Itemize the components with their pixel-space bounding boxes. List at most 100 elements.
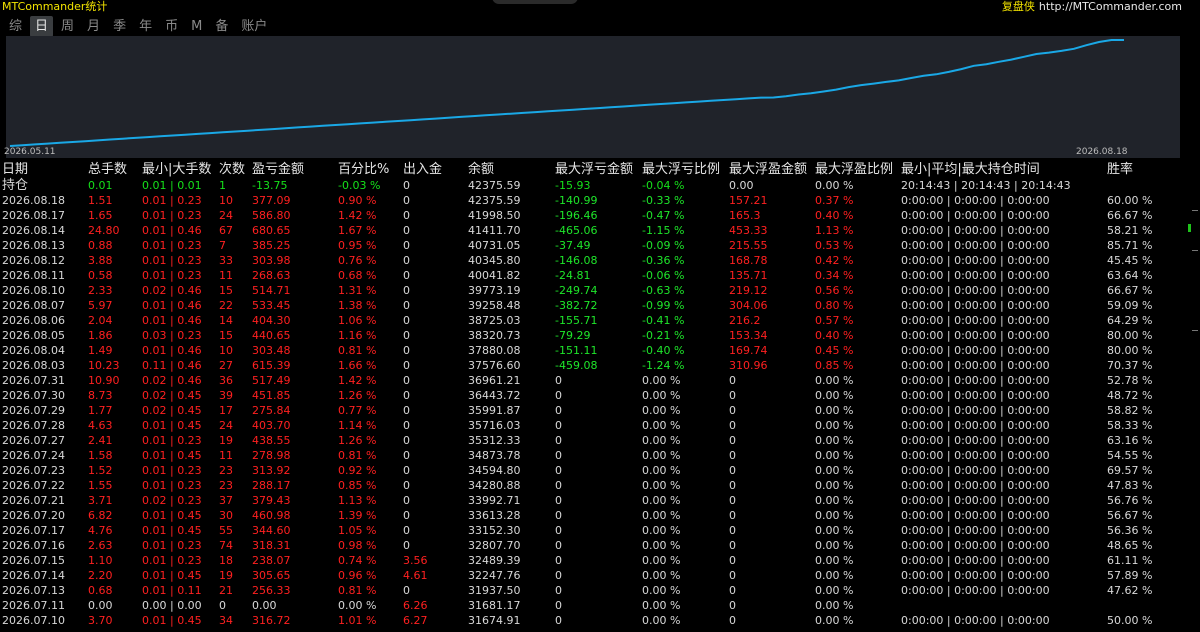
table-row[interactable]: 2026.07.23 1.52 0.01 | 0.23 23 313.92 0.92 % 0… xyxy=(0,463,1180,478)
header-deposit[interactable]: 出入金 xyxy=(403,162,442,178)
tab-5[interactable]: 年 xyxy=(134,16,157,37)
table-row[interactable]: 2026.07.16 2.63 0.01 | 0.23 74 318.31 0.98 % 0… xyxy=(0,538,1180,553)
table-row[interactable]: 2026.07.10 3.70 0.01 | 0.45 34 316.72 1.01 % 6… xyxy=(0,613,1180,628)
tab-8[interactable]: 备 xyxy=(210,16,233,37)
tab-0[interactable]: 综 xyxy=(4,16,27,37)
tab-2[interactable]: 周 xyxy=(56,16,79,37)
cell-max-float-profit-pct: 0.00 % xyxy=(815,479,854,492)
cell-max-float-loss-pct: -0.41 % xyxy=(642,314,685,327)
header-date[interactable]: 日期 xyxy=(2,162,28,178)
table-row[interactable]: 2026.07.24 1.58 0.01 | 0.45 11 278.98 0.81 % 0… xyxy=(0,448,1180,463)
cell-max-float-loss-pct: 0.00 % xyxy=(642,464,681,477)
table-row[interactable]: 2026.08.17 1.65 0.01 | 0.23 24 586.80 1.42 % 0… xyxy=(0,208,1180,223)
position-row[interactable]: 持仓 0.01 0.01 | 0.01 1 -13.75 -0.03 % 0 4… xyxy=(0,178,1180,193)
cell-total-lots: 8.73 xyxy=(88,389,113,402)
header-max-float-loss-pct[interactable]: 最大浮亏比例 xyxy=(642,162,720,178)
tab-6[interactable]: 币 xyxy=(160,16,183,37)
cell-balance: 38320.73 xyxy=(468,329,521,342)
header-max-float-profit-pct[interactable]: 最大浮盈比例 xyxy=(815,162,893,178)
tab-1[interactable]: 日 xyxy=(30,16,54,37)
table-row[interactable]: 2026.07.30 8.73 0.02 | 0.45 39 451.85 1.26 % 0… xyxy=(0,388,1180,403)
table-row[interactable]: 2026.07.20 6.82 0.01 | 0.45 30 460.98 1.39 % 0… xyxy=(0,508,1180,523)
tab-7[interactable]: M xyxy=(186,16,207,37)
cell-date: 2026.07.15 xyxy=(2,554,65,567)
header-pnl[interactable]: 盈亏金额 xyxy=(252,162,304,178)
table-row[interactable]: 2026.08.05 1.86 0.03 | 0.23 15 440.65 1.16 % 0… xyxy=(0,328,1180,343)
cell-pnl: 680.65 xyxy=(252,224,291,237)
cell-pnl: 303.98 xyxy=(252,254,291,267)
table-row[interactable]: 2026.08.14 24.80 0.01 | 0.46 67 680.65 1.67 %… xyxy=(0,223,1180,238)
header-max-float-loss[interactable]: 最大浮亏金额 xyxy=(555,162,633,178)
table-row[interactable]: 2026.07.17 4.76 0.01 | 0.45 55 344.60 1.05 % 0… xyxy=(0,523,1180,538)
table-row[interactable]: 2026.08.03 10.23 0.11 | 0.46 27 615.39 1.66 %… xyxy=(0,358,1180,373)
header-winrate[interactable]: 胜率 xyxy=(1107,162,1133,178)
table-row[interactable]: 2026.08.13 0.88 0.01 | 0.23 7 385.25 0.95 % 0 4… xyxy=(0,238,1180,253)
table-row[interactable]: 2026.07.15 1.10 0.01 | 0.23 18 238.07 0.74 % 3… xyxy=(0,553,1180,568)
header-pct[interactable]: 百分比% xyxy=(338,162,389,178)
table-row[interactable]: 2026.07.21 3.71 0.02 | 0.23 37 379.43 1.13 % 0… xyxy=(0,493,1180,508)
brand-link[interactable]: 复盘侠 http://MTCommander.com xyxy=(1002,0,1182,14)
header-count[interactable]: 次数 xyxy=(219,162,245,178)
cell-winrate: 63.16 % xyxy=(1107,434,1153,447)
cell-deposit: 0 xyxy=(403,209,410,222)
table-row[interactable]: 2026.08.04 1.49 0.01 | 0.46 10 303.48 0.81 % 0… xyxy=(0,343,1180,358)
tab-3[interactable]: 月 xyxy=(82,16,105,37)
cell-pnl: 460.98 xyxy=(252,509,291,522)
cell-max-float-profit-pct: 0.42 % xyxy=(815,254,854,267)
cell-deposit: 6.26 xyxy=(403,599,428,612)
tab-4[interactable]: 季 xyxy=(108,16,131,37)
tab-9[interactable]: 账户 xyxy=(236,16,272,37)
header-balance[interactable]: 余额 xyxy=(468,162,494,178)
cell-pct: 0.90 % xyxy=(338,194,377,207)
header-total-lots[interactable]: 总手数 xyxy=(88,162,127,178)
cell-pct: 1.66 % xyxy=(338,359,377,372)
table-row[interactable]: 2026.07.27 2.41 0.01 | 0.23 19 438.55 1.26 % 0… xyxy=(0,433,1180,448)
table-row[interactable]: 2026.08.18 1.51 0.01 | 0.23 10 377.09 0.90 % 0… xyxy=(0,193,1180,208)
table-row[interactable]: 2026.07.28 4.63 0.01 | 0.45 24 403.70 1.14 % 0… xyxy=(0,418,1180,433)
table-row[interactable]: 2026.08.12 3.88 0.01 | 0.23 33 303.98 0.76 % 0… xyxy=(0,253,1180,268)
cell-date: 2026.08.07 xyxy=(2,299,65,312)
table-row[interactable]: 2026.08.07 5.97 0.01 | 0.46 22 533.45 1.38 % 0… xyxy=(0,298,1180,313)
table-row[interactable]: 2026.07.11 0.00 0.00 | 0.00 0 0.00 0.00 % 6.26… xyxy=(0,598,1180,613)
cell-pnl: 288.17 xyxy=(252,479,291,492)
position-deposit: 0 xyxy=(403,179,410,192)
cell-deposit: 0 xyxy=(403,404,410,417)
cell-winrate: 61.11 % xyxy=(1107,554,1153,567)
table-row[interactable]: 2026.07.14 2.20 0.01 | 0.45 19 305.65 0.96 % 4… xyxy=(0,568,1180,583)
cell-pnl: 278.98 xyxy=(252,449,291,462)
header-hold-time[interactable]: 最小|平均|最大持仓时间 xyxy=(901,162,1040,178)
cell-max-float-loss: 0 xyxy=(555,404,562,417)
cell-max-float-loss-pct: -0.40 % xyxy=(642,344,685,357)
table-row[interactable]: 2026.08.06 2.04 0.01 | 0.46 14 404.30 1.06 % 0… xyxy=(0,313,1180,328)
cell-max-float-loss-pct: 0.00 % xyxy=(642,494,681,507)
cell-date: 2026.08.03 xyxy=(2,359,65,372)
cell-max-float-loss-pct: -0.47 % xyxy=(642,209,685,222)
table-row[interactable]: 2026.08.11 0.58 0.01 | 0.23 11 268.63 0.68 % 0… xyxy=(0,268,1180,283)
cell-pct: 0.95 % xyxy=(338,239,377,252)
table-row[interactable]: 2026.07.29 1.77 0.02 | 0.45 17 275.84 0.77 % 0… xyxy=(0,403,1180,418)
table-row[interactable]: 2026.07.13 0.68 0.01 | 0.11 21 256.33 0.81 % 0… xyxy=(0,583,1180,598)
table-row[interactable]: 2026.07.31 10.90 0.02 | 0.46 36 517.49 1.42 %… xyxy=(0,373,1180,388)
cell-deposit: 0 xyxy=(403,194,410,207)
cell-total-lots: 1.51 xyxy=(88,194,113,207)
header-max-float-profit[interactable]: 最大浮盈金额 xyxy=(729,162,807,178)
cell-max-float-profit: 153.34 xyxy=(729,329,768,342)
table-row[interactable]: 2026.08.10 2.33 0.02 | 0.46 15 514.71 1.31 % 0… xyxy=(0,283,1180,298)
header-min-max-lots[interactable]: 最小|大手数 xyxy=(142,162,211,178)
cell-winrate: 45.45 % xyxy=(1107,254,1153,267)
app-title: MTCommander统计 xyxy=(2,0,108,13)
cell-winrate: 52.78 % xyxy=(1107,374,1153,387)
cell-deposit: 0 xyxy=(403,419,410,432)
cell-date: 2026.08.11 xyxy=(2,269,65,282)
cell-hold-time: 0:00:00 | 0:00:00 | 0:00:00 xyxy=(901,359,1050,372)
cell-pct: 1.26 % xyxy=(338,434,377,447)
cell-pct: 1.01 % xyxy=(338,614,377,627)
cell-date: 2026.07.16 xyxy=(2,539,65,552)
table-row[interactable]: 2026.07.22 1.55 0.01 | 0.23 23 288.17 0.85 % 0… xyxy=(0,478,1180,493)
cell-max-float-loss: 0 xyxy=(555,599,562,612)
brand-url[interactable]: http://MTCommander.com xyxy=(1039,0,1182,13)
cell-count: 11 xyxy=(219,449,233,462)
cell-max-float-profit-pct: 0.34 % xyxy=(815,269,854,282)
window-handle[interactable] xyxy=(492,0,578,4)
cell-total-lots: 3.88 xyxy=(88,254,113,267)
